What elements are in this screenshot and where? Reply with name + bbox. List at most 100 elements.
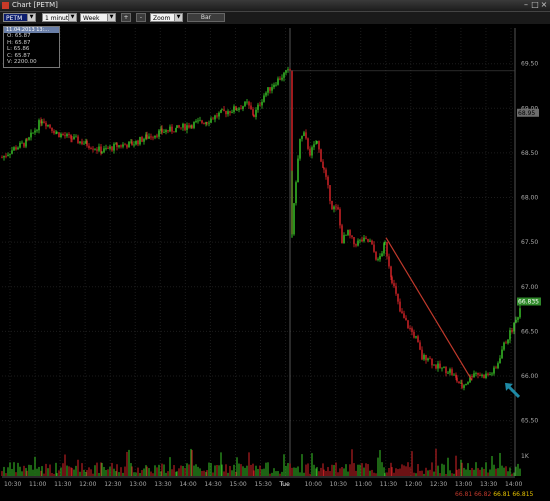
candle-body (109, 146, 111, 149)
candle-body (113, 143, 115, 151)
candle-body (156, 135, 158, 137)
volume-bar (287, 463, 289, 476)
candle-body (216, 115, 218, 117)
candle-body (141, 137, 143, 142)
volume-bar (169, 457, 171, 476)
symbol-select[interactable]: PETM ▼ (3, 13, 36, 22)
candle-body (199, 120, 201, 122)
candle-body (51, 127, 53, 131)
symbol-value: PETM (6, 15, 23, 22)
volume-bar (13, 462, 15, 476)
candle-body (439, 363, 441, 369)
candle-body (173, 131, 175, 133)
period-select[interactable]: Week ▼ (80, 13, 116, 22)
volume-bar (345, 464, 347, 476)
chevron-down-icon[interactable]: ▼ (107, 14, 115, 21)
footer-value-2: 66.82 (474, 491, 492, 498)
volume-bar (513, 472, 515, 476)
candle-body (339, 209, 341, 226)
candle-body (271, 87, 273, 91)
volume-bar (116, 464, 118, 476)
candle-body (214, 115, 216, 120)
volume-bar (71, 467, 73, 476)
volume-bar (469, 470, 471, 476)
volume-bar (98, 472, 100, 476)
candle-body (481, 374, 483, 376)
candle-body (293, 203, 295, 235)
volume-bar (407, 462, 409, 476)
volume-bar (320, 467, 322, 476)
volume-bar (297, 466, 299, 476)
volume-bar (417, 464, 419, 476)
candle-body (445, 366, 447, 374)
time-tick-label: 12:30 (104, 481, 121, 488)
volume-bar (156, 467, 158, 476)
volume-bar (21, 471, 23, 476)
candle-body (479, 374, 481, 376)
volume-bar (335, 462, 337, 476)
candle-body (261, 101, 263, 106)
candle-body (465, 383, 467, 386)
volume-bar (58, 470, 60, 476)
volume-bar (429, 469, 431, 476)
volume-bar (381, 462, 383, 476)
candle-body (7, 154, 9, 156)
volume-bar (216, 464, 218, 476)
bar-type-button[interactable]: Bar (187, 13, 225, 22)
candle-body (413, 331, 415, 338)
candle-body (273, 84, 275, 88)
candle-body (322, 161, 324, 168)
candle-body (471, 375, 473, 378)
volume-bar (49, 464, 51, 476)
zoom-out-button[interactable]: - (136, 13, 146, 22)
volume-bar (250, 464, 252, 476)
maximize-button[interactable]: □ (531, 1, 539, 9)
volume-bar (233, 464, 235, 476)
volume-bar (375, 473, 377, 476)
volume-bar (171, 469, 173, 476)
candle-body (315, 143, 317, 145)
candle-body (212, 118, 214, 120)
chevron-down-icon[interactable]: ▼ (68, 14, 76, 21)
candle-body (453, 374, 455, 376)
candle-body (240, 108, 242, 110)
price-chart[interactable]: 69.5069.0068.5068.0067.5067.0066.5066.00… (0, 24, 550, 501)
zoom-select[interactable]: Zoom ▼ (150, 13, 183, 22)
chevron-down-icon[interactable]: ▼ (174, 14, 182, 21)
volume-bar (23, 465, 25, 476)
volume-bar (94, 465, 96, 476)
candle-body (429, 358, 431, 360)
interval-select[interactable]: 1 minute ▼ (42, 13, 77, 22)
chevron-down-icon[interactable]: ▼ (27, 14, 35, 21)
candle-body (331, 200, 333, 210)
volume-bar (83, 469, 85, 476)
volume-bar (499, 452, 501, 476)
volume-bar (353, 463, 355, 476)
candle-body (26, 139, 28, 141)
volume-bar (503, 467, 505, 476)
candle-body (318, 141, 320, 150)
candle-body (333, 206, 335, 210)
volume-bar (41, 466, 43, 476)
volume-bar (349, 464, 351, 476)
volume-bar (167, 471, 169, 476)
candle-body (38, 120, 40, 131)
candle-body (154, 135, 156, 138)
minimize-button[interactable]: – (522, 1, 530, 9)
volume-bar (56, 473, 58, 476)
candle-body (41, 121, 43, 124)
candle-body (313, 144, 315, 148)
volume-bar (489, 469, 491, 476)
candle-body (116, 143, 118, 147)
candle-body (427, 358, 429, 361)
candle-body (491, 373, 493, 375)
close-button[interactable]: × (540, 1, 548, 9)
candle-body (131, 141, 133, 146)
candle-body (180, 127, 182, 129)
volume-bar (357, 464, 359, 476)
candle-body (53, 130, 55, 134)
time-tick-label: 14:00 (505, 481, 522, 488)
volume-bar (103, 466, 105, 476)
zoom-in-button[interactable]: + (121, 13, 131, 22)
candle-body (242, 106, 244, 110)
